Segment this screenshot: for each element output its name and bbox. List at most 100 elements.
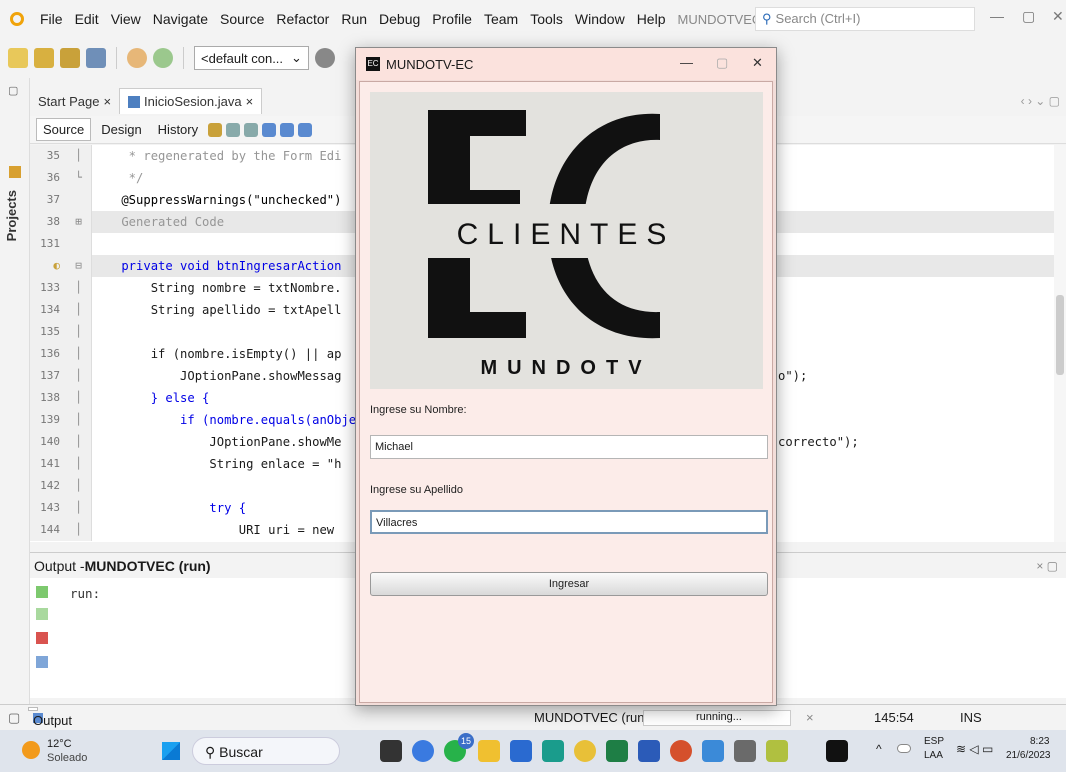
- file-explorer-icon[interactable]: [478, 740, 500, 762]
- ingresar-button[interactable]: Ingresar: [370, 572, 768, 596]
- minimize-panel-icon[interactable]: ▢: [8, 84, 18, 97]
- left-side-strip: ▢ Projects: [0, 78, 30, 706]
- find-icon[interactable]: [262, 122, 277, 137]
- nombre-input[interactable]: Michael: [370, 435, 768, 459]
- back-icon[interactable]: [226, 122, 241, 137]
- security-icon[interactable]: [702, 740, 724, 762]
- chrome-icon[interactable]: [574, 740, 596, 762]
- logo-mundotv-text: MUNDOTV: [480, 357, 651, 379]
- dialog-title: MUNDOTV-EC: [386, 56, 474, 72]
- close-output-icon[interactable]: × ▢: [1036, 559, 1058, 573]
- minimize-icon[interactable]: —: [680, 55, 693, 70]
- toolbar-separator: [116, 47, 117, 69]
- collapse-fold-icon[interactable]: ⊟: [66, 255, 92, 277]
- output-tab[interactable]: Output: [28, 707, 72, 728]
- windows-start-icon[interactable]: [162, 742, 180, 760]
- dialog-title-bar[interactable]: EC MUNDOTV-EC — ▢ ✕: [356, 48, 776, 80]
- restore-panel-icon[interactable]: ▢: [8, 710, 20, 726]
- config-select[interactable]: <default con... ⌄: [194, 46, 309, 70]
- search-icon: ⚲: [762, 11, 772, 26]
- projects-icon: [9, 166, 21, 178]
- mundotv-app-icon[interactable]: [826, 740, 848, 762]
- excel-icon[interactable]: [606, 740, 628, 762]
- undo-icon[interactable]: [127, 48, 147, 68]
- find-prev-icon[interactable]: [298, 122, 313, 137]
- process-name[interactable]: MUNDOTVEC (run): [534, 710, 649, 725]
- onedrive-icon[interactable]: [897, 744, 911, 753]
- menu-edit[interactable]: Edit: [69, 11, 105, 27]
- menu-file[interactable]: File: [34, 11, 69, 27]
- logo-clientes-text: CLIENTES: [457, 218, 676, 251]
- tab-navigation-icon[interactable]: ‹ › ⌄ ▢: [1021, 94, 1060, 108]
- progress-status: running...: [643, 710, 791, 726]
- menu-window[interactable]: Window: [569, 11, 631, 27]
- ide-search-input[interactable]: ⚲ Search (Ctrl+I): [755, 7, 975, 31]
- redo-icon[interactable]: [153, 48, 173, 68]
- rerun-icon[interactable]: [36, 586, 48, 598]
- tab-start-page[interactable]: Start Page ×: [30, 88, 119, 114]
- tab-source[interactable]: Source: [36, 118, 92, 141]
- stop-icon[interactable]: [36, 632, 48, 644]
- show-hidden-icons-icon[interactable]: ^: [876, 742, 882, 756]
- app-icon[interactable]: [734, 740, 756, 762]
- menu-source[interactable]: Source: [214, 11, 270, 27]
- projects-panel-tab[interactable]: Projects: [4, 190, 19, 241]
- override-marker-icon: ◐: [53, 259, 60, 272]
- new-project-icon[interactable]: [34, 48, 54, 68]
- toolbar-separator: [183, 47, 184, 69]
- tab-iniciosesion-java[interactable]: InicioSesion.java ×: [119, 88, 263, 114]
- menu-help[interactable]: Help: [631, 11, 672, 27]
- tab-history[interactable]: History: [152, 119, 204, 140]
- apellido-input[interactable]: Villacres: [370, 510, 768, 534]
- rerun-with-params-icon[interactable]: [36, 608, 48, 620]
- menu-run[interactable]: Run: [335, 11, 373, 27]
- widgets-icon[interactable]: [412, 740, 434, 762]
- close-icon[interactable]: ✕: [752, 55, 763, 71]
- java-file-icon: [128, 95, 141, 108]
- new-file-icon[interactable]: [8, 48, 28, 68]
- powerpoint-icon[interactable]: [670, 740, 692, 762]
- store-icon[interactable]: [510, 740, 532, 762]
- forward-icon[interactable]: [244, 122, 259, 137]
- windows-taskbar: 12°C Soleado ⚲ Buscar 15 ^ ESP LAA ≋ ◁ ▭…: [0, 730, 1066, 772]
- close-tab-icon[interactable]: ×: [246, 94, 254, 109]
- menu-team[interactable]: Team: [478, 11, 524, 27]
- weather-sun-icon[interactable]: [22, 741, 40, 759]
- notification-badge: 15: [458, 733, 474, 749]
- menu-debug[interactable]: Debug: [373, 11, 426, 27]
- word-icon[interactable]: [638, 740, 660, 762]
- restore-icon[interactable]: ▢: [1022, 8, 1035, 25]
- menu-refactor[interactable]: Refactor: [270, 11, 335, 27]
- menu-tools[interactable]: Tools: [524, 11, 569, 27]
- find-next-icon[interactable]: [280, 122, 295, 137]
- menu-view[interactable]: View: [105, 11, 147, 27]
- expand-fold-icon[interactable]: ⊞: [66, 211, 92, 233]
- taskbar-search[interactable]: ⚲ Buscar: [192, 737, 340, 765]
- minimize-icon[interactable]: —: [990, 8, 1004, 24]
- label-apellido: Ingrese su Apellido: [370, 484, 463, 496]
- maximize-icon: ▢: [716, 55, 729, 70]
- last-edit-icon[interactable]: [208, 122, 223, 137]
- menu-bar: File Edit View Navigate Source Refactor …: [0, 0, 1066, 38]
- app-icon[interactable]: [766, 740, 788, 762]
- save-all-icon[interactable]: [86, 48, 106, 68]
- calendar-app-icon[interactable]: [542, 740, 564, 762]
- mundotv-logo: CLIENTES MUNDOTV: [370, 92, 763, 389]
- settings-icon[interactable]: [36, 656, 48, 668]
- close-tab-icon[interactable]: ×: [103, 94, 111, 109]
- menu-profile[interactable]: Profile: [426, 11, 478, 27]
- editor-scrollbar[interactable]: [1054, 145, 1066, 542]
- caret-position: 145:54: [874, 710, 914, 725]
- task-view-icon[interactable]: [380, 740, 402, 762]
- app-logo-icon: EC: [366, 57, 380, 71]
- open-project-icon[interactable]: [60, 48, 80, 68]
- build-icon[interactable]: [314, 48, 335, 68]
- menu-navigate[interactable]: Navigate: [147, 11, 214, 27]
- close-icon[interactable]: ✕: [1052, 8, 1064, 25]
- network-volume-battery-icon[interactable]: ≋ ◁ ▭: [956, 742, 993, 756]
- logo-graphic: CLIENTES MUNDOTV: [424, 110, 714, 379]
- cancel-process-icon[interactable]: ×: [806, 710, 814, 725]
- tab-design[interactable]: Design: [95, 119, 147, 140]
- scrollbar-thumb[interactable]: [1056, 295, 1064, 375]
- label-nombre: Ingrese su Nombre:: [370, 404, 467, 416]
